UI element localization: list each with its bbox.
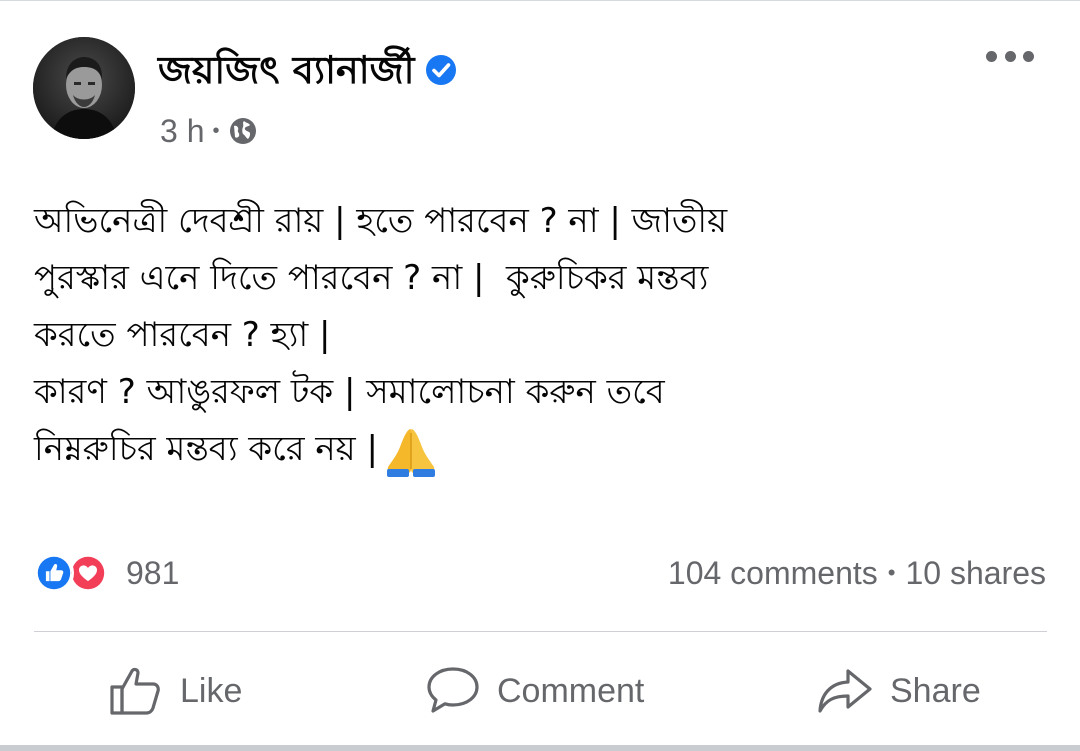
comment-label: Comment bbox=[497, 671, 645, 710]
action-bar: Like Comment Share bbox=[0, 661, 1080, 721]
engagement-stats: 104 comments • 10 shares bbox=[668, 553, 1046, 593]
like-label: Like bbox=[180, 671, 243, 710]
reactions-summary[interactable]: 981 bbox=[34, 553, 179, 593]
like-reaction-icon bbox=[34, 553, 74, 593]
post-text-line: কারণ ? আঙুরফল টক | সমালোচনা করুন তবে bbox=[34, 372, 665, 412]
shares-count-link[interactable]: 10 shares bbox=[905, 555, 1046, 592]
comments-count-link[interactable]: 104 comments bbox=[668, 555, 878, 592]
verified-badge-icon bbox=[425, 55, 456, 85]
comment-button[interactable]: Comment bbox=[425, 661, 644, 721]
avatar[interactable] bbox=[33, 37, 135, 139]
post-text-line-last: নিম্নরুচির মন্তব্য করে নয় | bbox=[34, 421, 1054, 478]
post-meta: 3 h • bbox=[160, 111, 258, 151]
like-button[interactable]: Like bbox=[108, 661, 242, 721]
love-reaction-icon bbox=[68, 553, 108, 593]
author-header: জয়জিৎ ব্যানার্জী bbox=[158, 45, 457, 95]
speech-bubble-icon bbox=[427, 667, 479, 713]
author-name[interactable]: জয়জিৎ ব্যানার্জী bbox=[158, 51, 415, 89]
avatar-photo bbox=[33, 37, 135, 139]
feed-separator bbox=[0, 745, 1080, 751]
reaction-icons bbox=[34, 553, 118, 593]
post-text-line-content: নিম্নরুচির মন্তব্য করে নয় | bbox=[34, 429, 378, 469]
post-text: অভিনেত্রী দেবশ্রী রায় | হতে পারবেন ? না… bbox=[34, 193, 1054, 478]
share-button[interactable]: Share bbox=[816, 661, 981, 721]
folded-hands-emoji bbox=[386, 428, 435, 477]
meta-separator: • bbox=[212, 119, 220, 142]
share-label: Share bbox=[890, 671, 981, 710]
globe-icon bbox=[229, 118, 256, 144]
post-time[interactable]: 3 h bbox=[160, 113, 204, 150]
post-card: জয়জিৎ ব্যানার্জী 3 h • অভিনেত্রী দেবশ্র… bbox=[0, 0, 1080, 746]
thumbs-up-icon bbox=[110, 667, 160, 715]
divider bbox=[34, 631, 1047, 632]
post-text-line: করতে পারবেন ? হ্যা | bbox=[34, 315, 331, 355]
share-arrow-icon bbox=[818, 669, 872, 713]
more-options-icon[interactable] bbox=[986, 41, 1034, 71]
stats-separator: • bbox=[887, 560, 896, 585]
post-text-line: পুরস্কার এনে দিতে পারবেন ? না | কুরুচিকর… bbox=[34, 258, 709, 298]
post-text-line: অভিনেত্রী দেবশ্রী রায় | হতে পারবেন ? না… bbox=[34, 201, 728, 241]
reaction-count: 981 bbox=[126, 554, 180, 591]
